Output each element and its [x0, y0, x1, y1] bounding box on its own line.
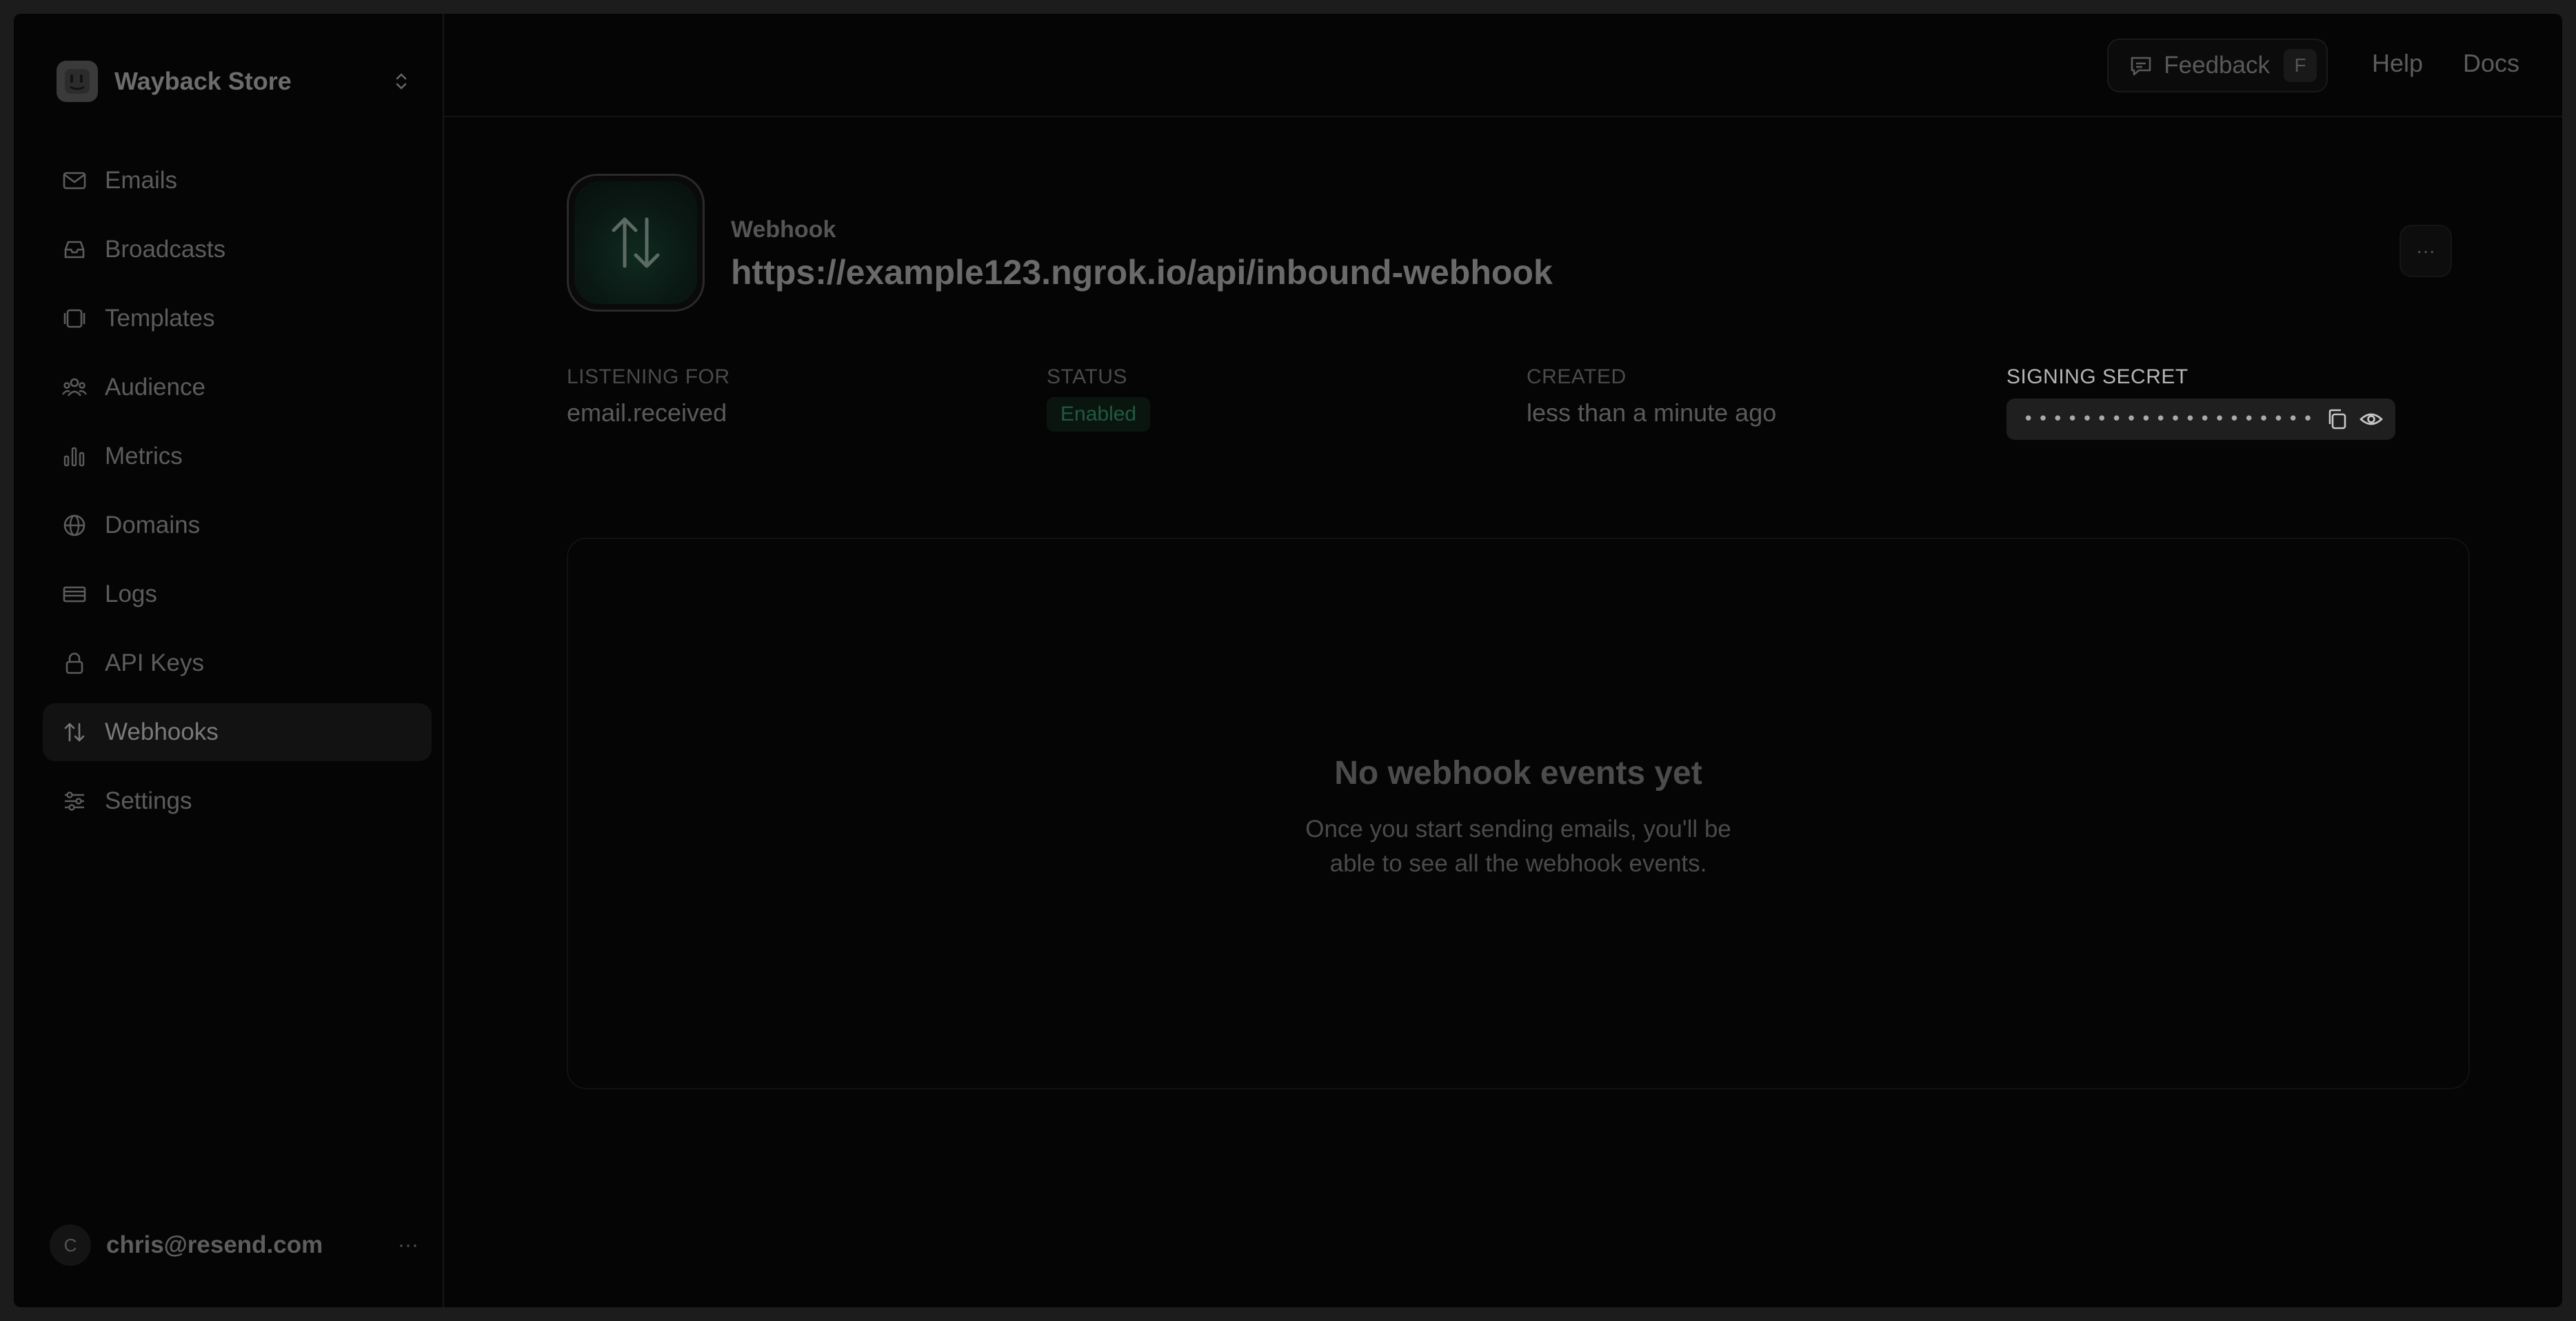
arrows-up-down-icon — [64, 723, 85, 742]
sidebar-item-metrics[interactable]: Metrics — [43, 427, 432, 485]
user-email: chris@resend.com — [106, 1231, 323, 1258]
user-menu[interactable]: C chris@resend.com ··· — [50, 1218, 422, 1273]
field-label: STATUS — [1047, 365, 1127, 388]
sidebar-item-label: Domains — [105, 512, 201, 538]
webhook-detail: Webhook https://example123.ngrok.io/api/… — [444, 117, 2562, 1307]
help-link[interactable]: Help — [2372, 49, 2423, 78]
sidebar-item-label: Metrics — [105, 443, 183, 470]
sliders-icon — [65, 791, 84, 811]
templates-icon — [63, 309, 85, 328]
top-bar: Feedback F Help Docs — [444, 14, 2562, 117]
sidebar-item-emails[interactable]: Emails — [43, 152, 432, 210]
field-value: less than a minute ago — [1527, 399, 1777, 427]
sidebar-item-label: Emails — [105, 167, 178, 194]
sidebar-nav: Emails Broadcasts Templates Audience Met… — [43, 152, 432, 841]
sidebar-item-label: Audience — [105, 374, 205, 401]
message-icon — [2131, 57, 2151, 76]
sidebar-item-logs[interactable]: Logs — [43, 565, 432, 623]
logs-icon — [63, 586, 86, 603]
empty-state-title: No webhook events yet — [1334, 755, 1702, 791]
sidebar-item-webhooks[interactable]: Webhooks — [43, 703, 432, 761]
feedback-label: Feedback — [2164, 52, 2270, 79]
arrows-up-down-icon — [612, 217, 660, 268]
page-title: https://example123.ngrok.io/api/inbound-… — [731, 253, 1553, 292]
signing-secret-field: SIGNING SECRET •••••••••••••••••••• — [2006, 365, 2395, 440]
users-icon — [62, 378, 87, 396]
lock-icon — [66, 652, 83, 674]
app-window: Wayback Store Emails Broadcasts Template… — [14, 14, 2562, 1307]
chevron-up-down-icon[interactable] — [388, 68, 415, 95]
workspace-logo-icon — [57, 61, 98, 102]
avatar: C — [50, 1224, 91, 1266]
sidebar: Wayback Store Emails Broadcasts Template… — [14, 14, 444, 1307]
sidebar-item-label: API Keys — [105, 649, 204, 676]
sidebar-item-label: Settings — [105, 787, 192, 814]
webhook-events-panel: No webhook events yet Once you start sen… — [567, 538, 2470, 1089]
sidebar-item-settings[interactable]: Settings — [43, 772, 432, 830]
field-value: email.received — [567, 399, 727, 427]
workspace-name: Wayback Store — [114, 67, 292, 95]
empty-state-description: Once you start sending emails, you'll be… — [1305, 816, 1731, 877]
sidebar-item-label: Templates — [105, 305, 215, 332]
secret-value: •••••••••••••••••••• — [2023, 409, 2317, 430]
webhook-avatar — [567, 174, 705, 312]
bar-chart-icon — [63, 447, 85, 467]
status-badge: Enabled — [1047, 397, 1151, 432]
sidebar-item-label: Webhooks — [105, 718, 219, 745]
more-options-button[interactable]: ··· — [2399, 225, 2452, 277]
sidebar-item-broadcasts[interactable]: Broadcasts — [43, 221, 432, 279]
listening-for-field: LISTENING FOR email.received — [567, 365, 730, 427]
inbox-icon — [64, 241, 85, 259]
sidebar-item-api-keys[interactable]: API Keys — [43, 634, 432, 692]
feedback-button[interactable]: Feedback F — [2107, 39, 2328, 92]
docs-link[interactable]: Docs — [2463, 49, 2519, 78]
workspace-switcher[interactable]: Wayback Store — [57, 44, 415, 119]
globe-icon — [63, 514, 85, 536]
field-label: LISTENING FOR — [567, 365, 730, 388]
copy-icon[interactable] — [2323, 403, 2352, 436]
status-field: STATUS Enabled — [1047, 365, 1151, 432]
sidebar-item-templates[interactable]: Templates — [43, 290, 432, 347]
sidebar-item-label: Broadcasts — [105, 236, 226, 263]
sidebar-item-label: Logs — [105, 581, 157, 607]
keyboard-shortcut: F — [2284, 49, 2317, 82]
sidebar-item-audience[interactable]: Audience — [43, 359, 432, 416]
mail-icon — [63, 172, 86, 190]
field-label: CREATED — [1527, 365, 1627, 388]
more-horizontal-icon[interactable]: ··· — [394, 1233, 422, 1257]
created-field: CREATED less than a minute ago — [1527, 365, 1776, 427]
field-label: SIGNING SECRET — [2006, 365, 2188, 388]
signing-secret-input: •••••••••••••••••••• — [2006, 399, 2395, 440]
sidebar-item-domains[interactable]: Domains — [43, 496, 432, 554]
eye-icon[interactable] — [2357, 403, 2386, 436]
webhook-kind-label: Webhook — [731, 216, 836, 243]
